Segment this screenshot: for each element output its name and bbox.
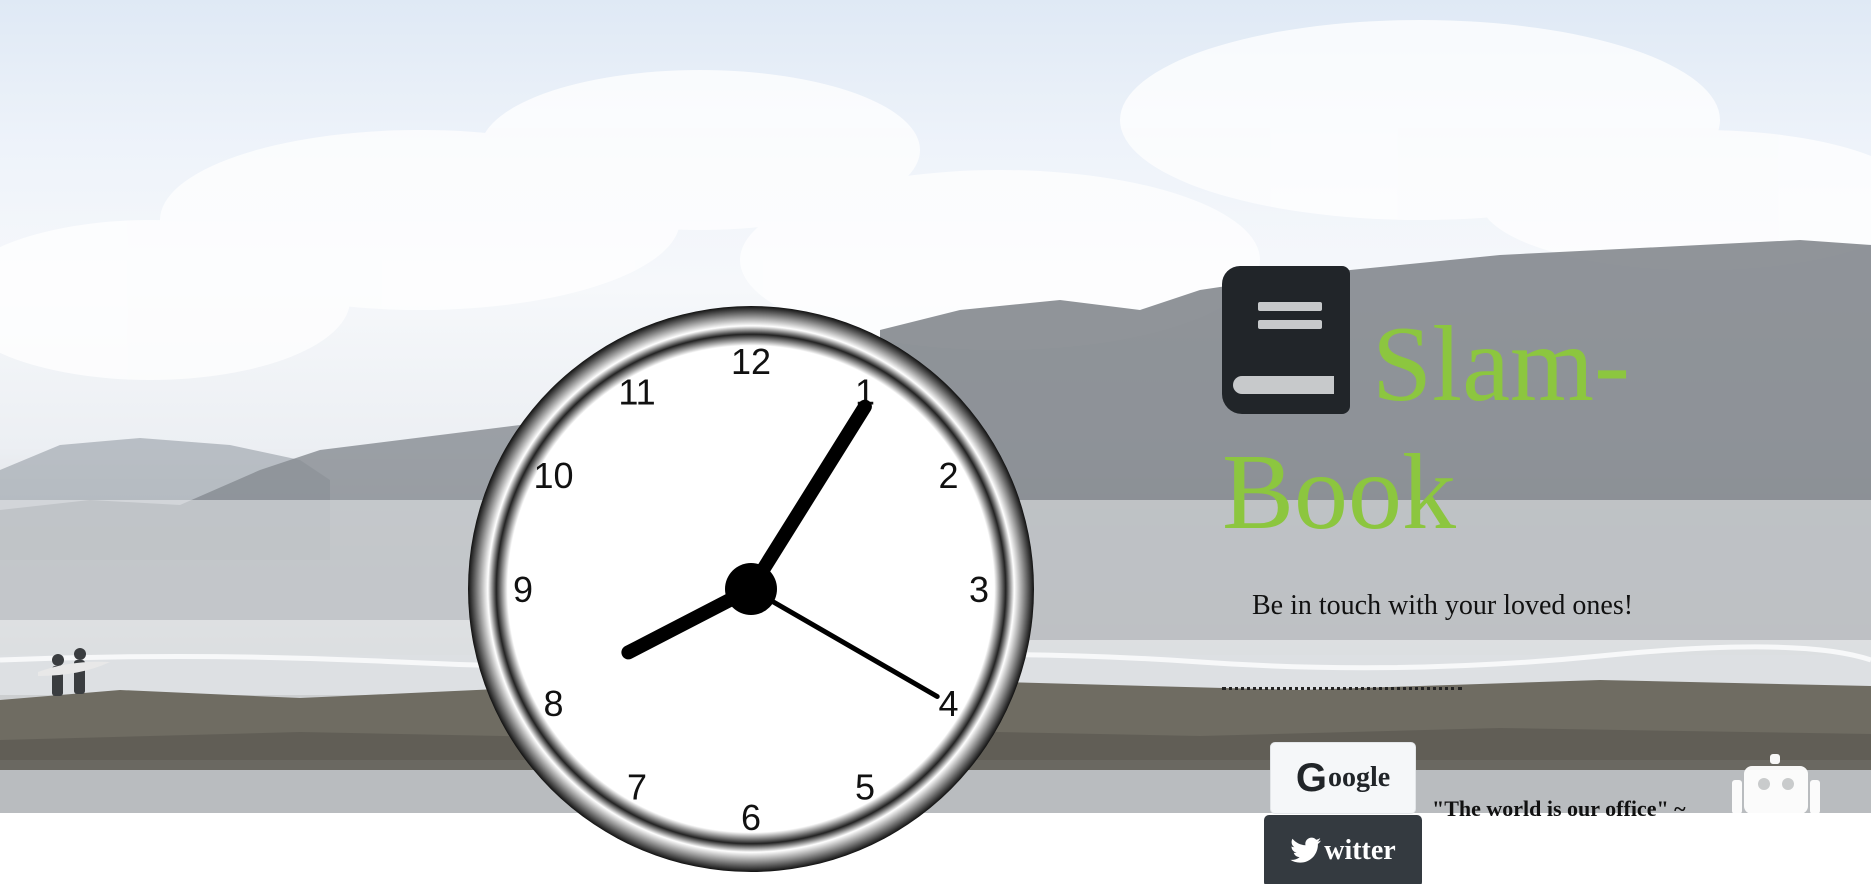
clock-numeral: 5 (855, 767, 875, 808)
quote-text: "The world is our office" ~ (1432, 796, 1686, 821)
google-g-icon: G (1295, 755, 1327, 800)
title-line-2: Book (1222, 433, 1457, 552)
page: 12 1 2 3 4 5 6 7 8 9 10 11 Slam- Book Be in touch w… (0, 0, 1871, 884)
clock-numeral: 10 (533, 455, 573, 496)
twitter-bird-icon (1290, 837, 1322, 863)
clock-numeral: 7 (627, 767, 647, 808)
clock-numeral: 12 (731, 341, 771, 382)
twitter-button[interactable]: witter (1264, 815, 1422, 884)
analog-clock: 121234567891011 (468, 306, 1034, 872)
google-button-label: oogle (1327, 762, 1391, 793)
clock-numeral: 8 (543, 683, 563, 724)
dotted-divider (1222, 687, 1462, 690)
clock-center-cap (725, 563, 777, 615)
robot-icon (1732, 754, 1820, 814)
clock-numeral: 2 (938, 455, 958, 496)
title-line-1: Slam- (1372, 305, 1630, 424)
google-button[interactable]: Google (1270, 742, 1416, 814)
clock-numeral: 9 (513, 569, 533, 610)
tagline: Be in touch with your loved ones! (1252, 590, 1634, 621)
site-title: Slam- Book (1222, 266, 1782, 557)
book-icon (1222, 266, 1350, 414)
clock-numeral: 11 (618, 372, 655, 413)
clock-numeral: 6 (741, 797, 761, 838)
twitter-button-label: witter (1324, 835, 1396, 866)
clock-numeral: 3 (969, 569, 989, 610)
clock-numeral: 4 (938, 683, 958, 724)
